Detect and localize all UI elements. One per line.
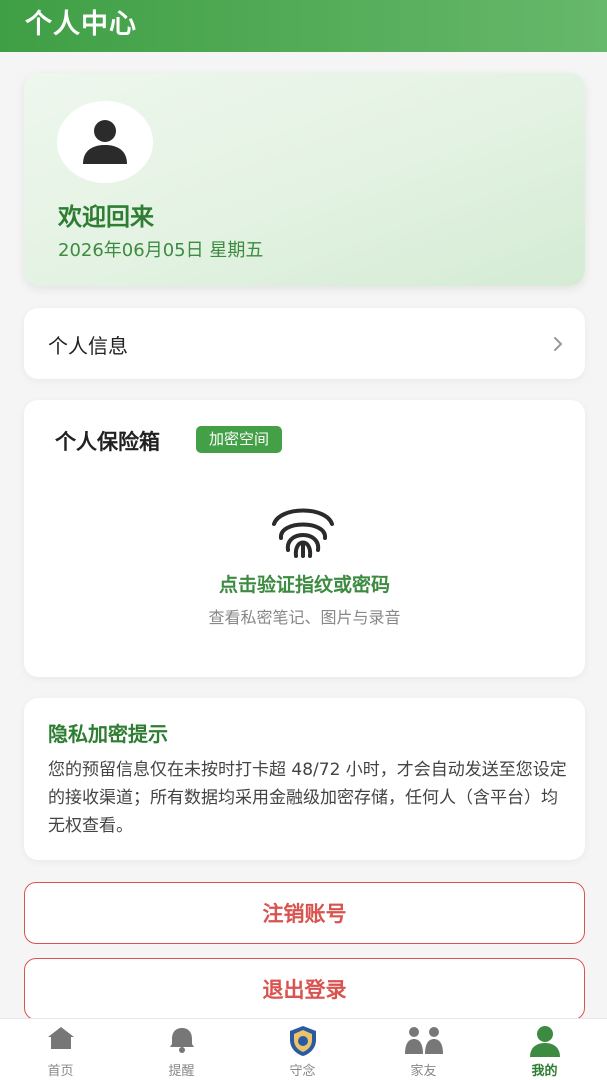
- personal-info-label: 个人信息: [48, 334, 128, 358]
- tab-family[interactable]: 家友: [363, 1019, 484, 1080]
- privacy-body: 您的预留信息仅在未按时打卡超 48/72 小时，才会自动发送至您设定的接收渠道；…: [48, 760, 567, 836]
- home-icon: [47, 1027, 74, 1049]
- bell-icon: [169, 1028, 194, 1053]
- welcome-card: 欢迎回来 2026年06月05日 星期五: [24, 73, 585, 286]
- page-title: 个人中心: [25, 9, 137, 40]
- shield-icon: [289, 1026, 316, 1056]
- current-date: 2026年06月05日 星期五: [58, 240, 264, 261]
- encrypted-space-badge: 加密空间: [196, 426, 283, 453]
- logout-button[interactable]: 退出登录: [24, 958, 585, 1020]
- tab-home[interactable]: 首页: [0, 1019, 121, 1080]
- tab-label: 守念: [289, 1064, 316, 1079]
- cancel-account-button[interactable]: 注销账号: [24, 882, 585, 944]
- avatar[interactable]: [57, 101, 153, 183]
- privacy-notice-card: 隐私加密提示 您的预留信息仅在未按时打卡超 48/72 小时，才会自动发送至您设…: [24, 698, 585, 860]
- personal-vault-card[interactable]: 个人保险箱 加密空间 点击验证指纹或密码 查看私密笔记、图片与录音: [24, 400, 585, 677]
- welcome-greeting: 欢迎回来: [58, 203, 154, 231]
- tab-label: 首页: [47, 1064, 74, 1079]
- chevron-right-icon: [554, 337, 563, 351]
- tab-label: 提醒: [168, 1064, 195, 1079]
- family-icon: [404, 1027, 443, 1054]
- verify-prompt[interactable]: 点击验证指纹或密码: [24, 570, 585, 597]
- tab-mine[interactable]: 我的: [484, 1019, 605, 1080]
- tab-reminders[interactable]: 提醒: [121, 1019, 242, 1080]
- user-avatar-icon: [83, 120, 127, 164]
- tab-label: 家友: [410, 1064, 437, 1079]
- personal-info-row[interactable]: 个人信息: [24, 308, 585, 379]
- app-header: 个人中心: [0, 0, 607, 52]
- user-icon: [529, 1026, 560, 1057]
- bottom-tab-bar: 首页 提醒 守念 家友 我的: [0, 1018, 607, 1080]
- tab-label: 我的: [531, 1064, 558, 1079]
- privacy-title: 隐私加密提示: [48, 722, 168, 746]
- fingerprint-icon[interactable]: [270, 500, 336, 560]
- tab-guardian[interactable]: 守念: [242, 1019, 363, 1080]
- vault-title: 个人保险箱: [55, 430, 160, 454]
- vault-subtitle: 查看私密笔记、图片与录音: [208, 608, 401, 627]
